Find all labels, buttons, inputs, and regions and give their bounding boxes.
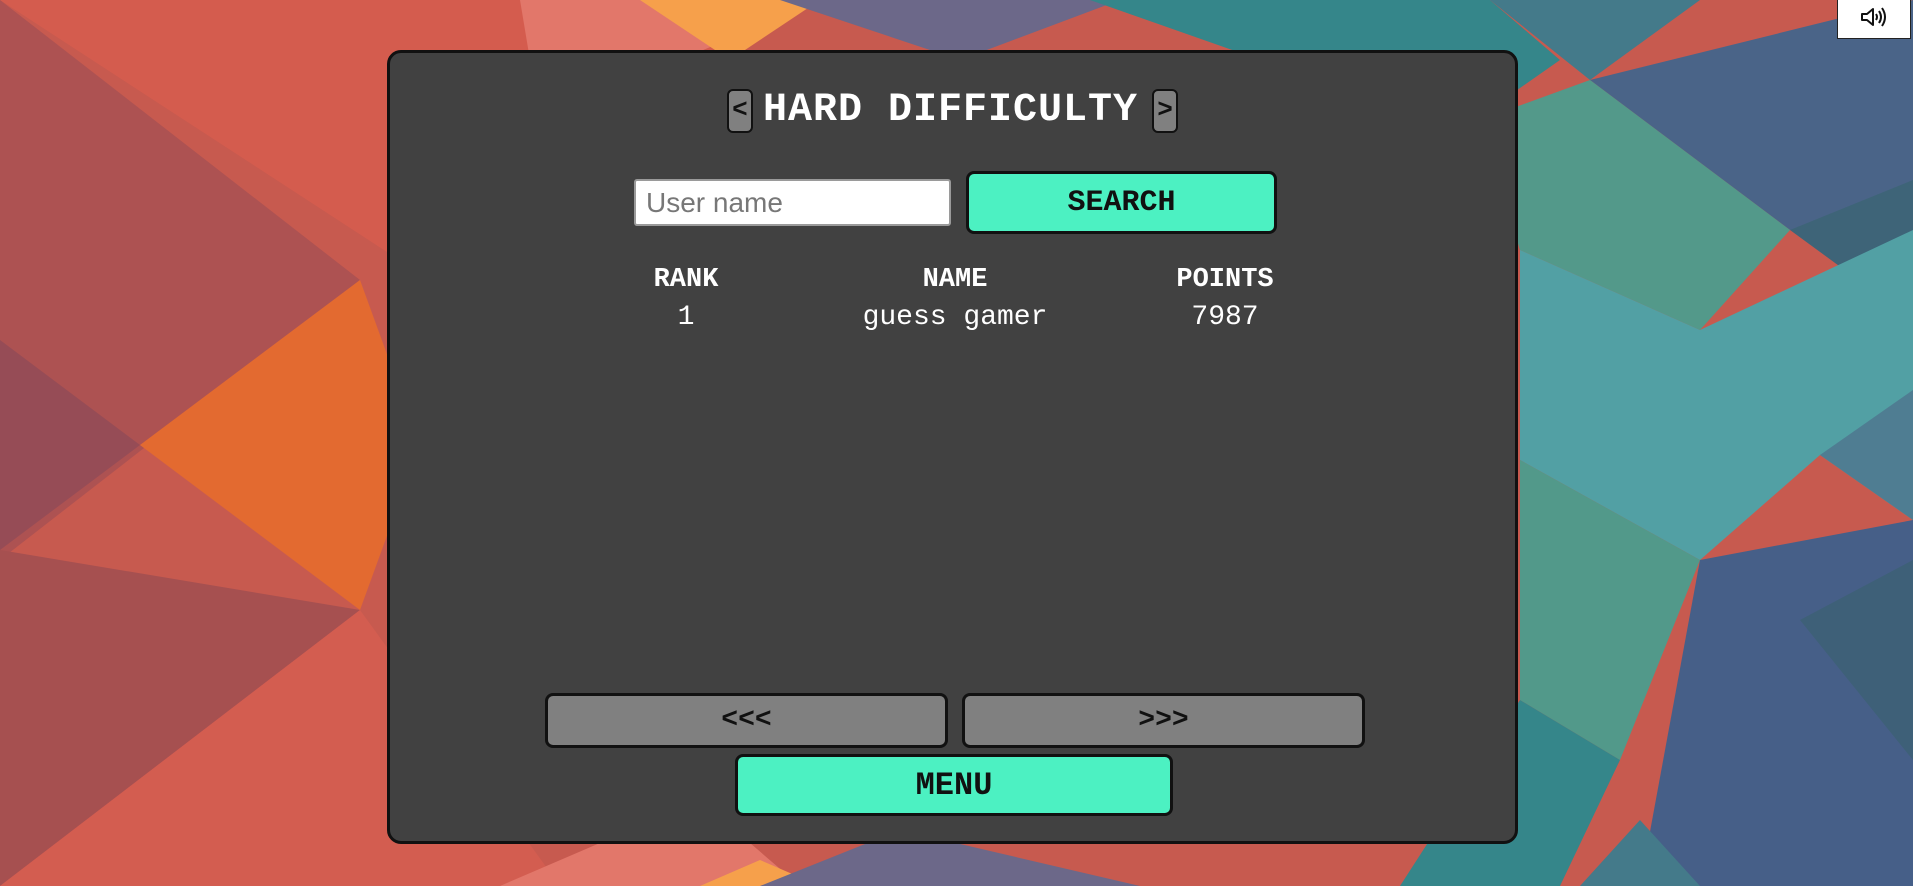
rank-cell: 1 [677,302,695,333]
previous-page-button[interactable]: <<< [545,693,948,748]
difficulty-header: < HARD DIFFICULTY > [390,89,1515,133]
column-header-name: NAME [922,265,988,295]
leaderboard-panel: < HARD DIFFICULTY > SEARCH RANK NAME POI… [387,50,1518,844]
search-bar: SEARCH [634,171,1277,234]
table-row: 1 guess gamer 7987 [390,299,1515,337]
pagination-controls: <<< >>> [545,693,1365,748]
username-search-input[interactable] [634,179,951,226]
menu-button[interactable]: MENU [735,754,1173,816]
next-page-button[interactable]: >>> [962,693,1365,748]
name-cell: guess gamer [862,302,1048,333]
column-header-points: POINTS [1176,265,1274,295]
leaderboard-table: RANK NAME POINTS 1 guess gamer 7987 [390,261,1515,337]
column-header-rank: RANK [653,265,719,295]
prev-difficulty-button[interactable]: < [726,89,753,133]
table-header-row: RANK NAME POINTS [390,261,1515,299]
sound-toggle-button[interactable] [1837,0,1911,39]
search-button[interactable]: SEARCH [966,171,1277,234]
difficulty-title: HARD DIFFICULTY [762,88,1139,133]
points-cell: 7987 [1191,302,1259,333]
speaker-volume-icon [1860,6,1888,33]
next-difficulty-button[interactable]: > [1152,89,1179,133]
